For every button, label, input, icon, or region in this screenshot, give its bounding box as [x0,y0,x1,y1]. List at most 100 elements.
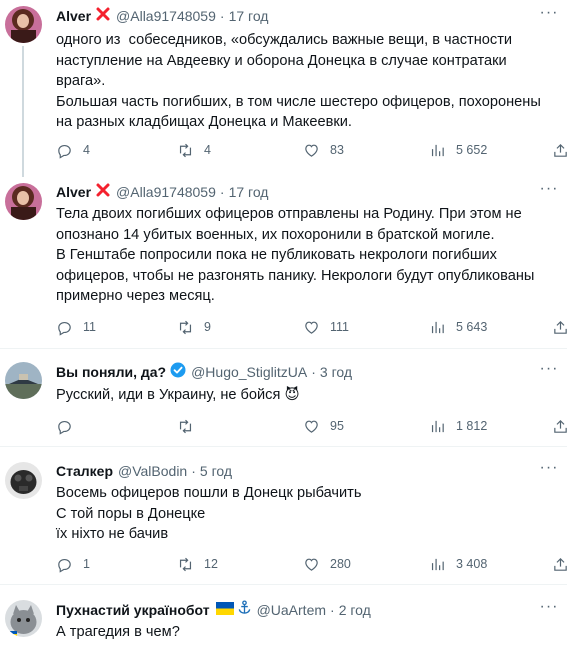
views-icon [431,558,444,570]
author-name[interactable]: Alver [56,6,91,26]
avatar[interactable] [5,462,42,499]
share-icon [554,419,567,433]
like-icon [305,144,318,157]
reply-button[interactable]: 4 [56,140,90,160]
retweet-icon [179,143,192,157]
share-icon [554,143,567,157]
like-count: 111 [330,320,350,334]
author-handle[interactable]: @ValBodin [118,461,187,481]
avatar[interactable] [5,6,42,43]
action-bar: 11 9 111 5 643 [56,317,567,337]
timestamp[interactable]: 3 год [320,362,352,382]
like-count: 83 [330,143,344,157]
author-name[interactable]: Вы поняли, да? [56,362,166,382]
views-button[interactable]: 1 812 [429,416,487,436]
author-name[interactable]: Сталкер [56,461,113,481]
share-icon [554,320,567,334]
avatar[interactable] [5,600,42,637]
views-icon [431,420,444,432]
tweet-text: одного из собеседников, «обсуждались важ… [56,32,541,131]
timestamp[interactable]: 5 год [200,461,232,481]
like-count: 95 [330,419,344,433]
avatar[interactable] [5,183,42,220]
views-count: 5 643 [456,320,488,334]
like-button[interactable]: 111 [303,317,349,337]
red-x-icon [95,6,111,27]
views-button[interactable]: 3 408 [429,554,487,574]
tweet-header: Сталкер @ValBodin · 5 год [56,461,233,481]
tweet-4[interactable]: Сталкер @ValBodin · 5 год ··· Восемь офи… [0,447,567,585]
author-name[interactable]: Пухнастий українобот [56,600,210,620]
share-button[interactable] [552,140,567,160]
author-handle[interactable]: @Hugo_StiglitzUA [191,362,307,382]
tweet-header: Пухнастий українобот @UaArtem · 2 год [56,600,371,620]
tweet-5[interactable]: Пухнастий українобот @UaArtem · 2 год ··… [0,585,567,647]
reply-count: 1 [83,557,90,571]
like-icon [305,558,318,571]
tweet-text: Тела двоих погибших офицеров отправлены … [56,206,535,305]
views-count: 5 652 [456,143,488,157]
avatar[interactable] [5,362,42,399]
share-button[interactable] [552,416,567,436]
reply-count: 11 [83,320,96,334]
retweet-button[interactable]: 4 [177,140,211,160]
more-icon[interactable]: ··· [539,361,559,382]
tweet-2[interactable]: Alver @Alla91748059 · 17 год ··· Тела дв… [0,177,567,349]
timestamp[interactable]: 17 год [229,182,269,202]
reply-icon [58,321,71,336]
tweet-1[interactable]: Alver @Alla91748059 · 17 год ··· одного … [0,0,567,177]
red-x-icon [95,182,111,203]
retweet-icon [179,320,192,334]
share-button[interactable] [552,554,567,574]
retweet-icon [179,557,192,571]
tweet-text: Восемь офицеров пошли в Донецк рыбачить … [56,485,362,543]
verified-icon [170,362,186,383]
action-bar: 1 12 280 3 408 [56,554,567,574]
more-icon[interactable]: ··· [539,599,559,620]
tweet-header: Вы поняли, да? @Hugo_StiglitzUA · 3 год [56,362,352,382]
share-icon [554,557,567,571]
retweet-button[interactable]: 12 [177,554,218,574]
views-icon [431,321,444,333]
tweet-header: Alver @Alla91748059 · 17 год [56,182,268,202]
tweet-text: А трагедия в чем? [56,624,180,640]
anchor-icon [237,600,252,620]
timestamp[interactable]: 17 год [229,6,269,26]
retweet-button[interactable]: 9 [177,317,211,337]
author-handle[interactable]: @Alla91748059 [116,182,216,202]
ukraine-flag-icon [215,600,234,620]
like-button[interactable]: 280 [303,554,351,574]
tweet-3[interactable]: Вы поняли, да? @Hugo_StiglitzUA · 3 год … [0,349,567,447]
share-button[interactable] [552,317,567,337]
reply-icon [58,420,71,435]
tweet-header: Alver @Alla91748059 · 17 год [56,6,268,26]
more-icon[interactable]: ··· [539,181,559,202]
views-count: 3 408 [456,557,488,571]
retweet-button[interactable] [177,416,204,436]
like-count: 280 [330,557,351,571]
action-bar: 95 1 812 [56,416,567,436]
more-icon[interactable]: ··· [539,5,559,26]
more-icon[interactable]: ··· [539,460,559,481]
retweet-count: 12 [204,557,218,571]
reply-button[interactable]: 1 [56,554,90,574]
reply-icon [58,144,71,159]
reply-button[interactable]: 11 [56,317,96,337]
author-handle[interactable]: @Alla91748059 [116,6,216,26]
author-handle[interactable]: @UaArtem [257,600,326,620]
like-button[interactable]: 83 [303,140,344,160]
like-icon [305,321,318,334]
views-button[interactable]: 5 643 [429,317,487,337]
like-button[interactable]: 95 [303,416,344,436]
like-icon [305,420,318,433]
views-count: 1 812 [456,419,488,433]
retweet-icon [179,419,192,433]
views-button[interactable]: 5 652 [429,140,487,160]
action-bar: 4 4 83 5 652 [56,140,567,160]
retweet-count: 9 [204,320,211,334]
author-name[interactable]: Alver [56,182,91,202]
reply-count: 4 [83,143,90,157]
timestamp[interactable]: 2 год [339,600,371,620]
retweet-count: 4 [204,143,211,157]
reply-button[interactable] [56,416,83,436]
